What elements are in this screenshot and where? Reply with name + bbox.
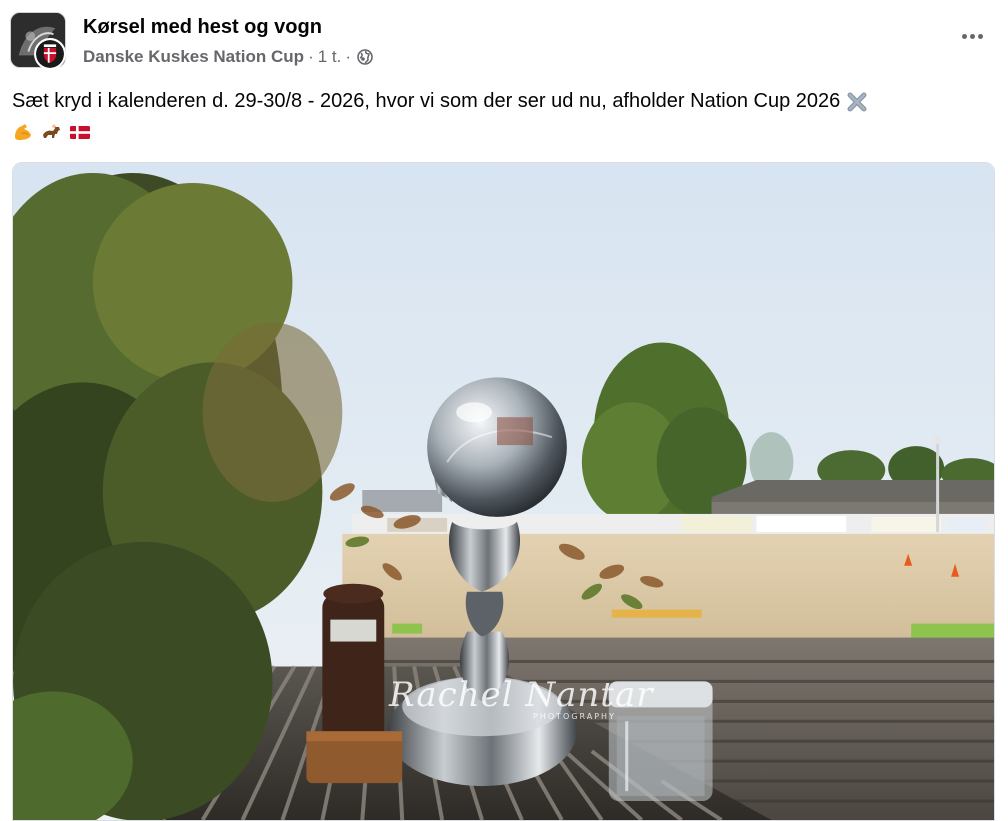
photo-watermark-sub: PHOTOGRAPHY xyxy=(533,712,616,721)
timestamp-link[interactable]: 1 t. xyxy=(318,47,342,67)
photo-watermark: Rachel Nantar xyxy=(389,675,654,715)
author-link[interactable]: Danske Kuskes Nation Cup xyxy=(83,47,304,67)
group-name-link[interactable]: Kørsel med hest og vogn xyxy=(83,16,322,39)
caption-line-1: Sæt kryd i kalenderen d. 29-30/8 - 2026,… xyxy=(12,86,992,116)
post-caption: Sæt kryd i kalenderen d. 29-30/8 - 2026,… xyxy=(12,86,992,146)
page-avatar[interactable] xyxy=(34,38,66,70)
avatar-group[interactable] xyxy=(10,12,68,70)
horse-racing-emoji xyxy=(41,121,63,143)
flexed-biceps-emoji xyxy=(12,121,34,143)
more-options-button[interactable] xyxy=(956,24,988,48)
caption-line-2 xyxy=(12,116,992,146)
post-photo[interactable]: Rachel Nantar PHOTOGRAPHY xyxy=(12,162,995,821)
denmark-flag-emoji xyxy=(69,121,91,143)
meta-separator-2: · xyxy=(345,47,352,66)
globe-icon[interactable] xyxy=(357,49,373,65)
more-options-icon xyxy=(961,33,967,39)
cross-mark-emoji xyxy=(846,91,868,113)
facebook-post: Kørsel med hest og vogn Danske Kuskes Na… xyxy=(0,0,1008,821)
post-meta: Danske Kuskes Nation Cup · 1 t. · xyxy=(83,47,373,67)
post-header: Kørsel med hest og vogn Danske Kuskes Na… xyxy=(10,12,998,72)
meta-separator: · xyxy=(308,47,314,66)
caption-text: Sæt kryd i kalenderen d. 29-30/8 - 2026,… xyxy=(12,90,841,112)
